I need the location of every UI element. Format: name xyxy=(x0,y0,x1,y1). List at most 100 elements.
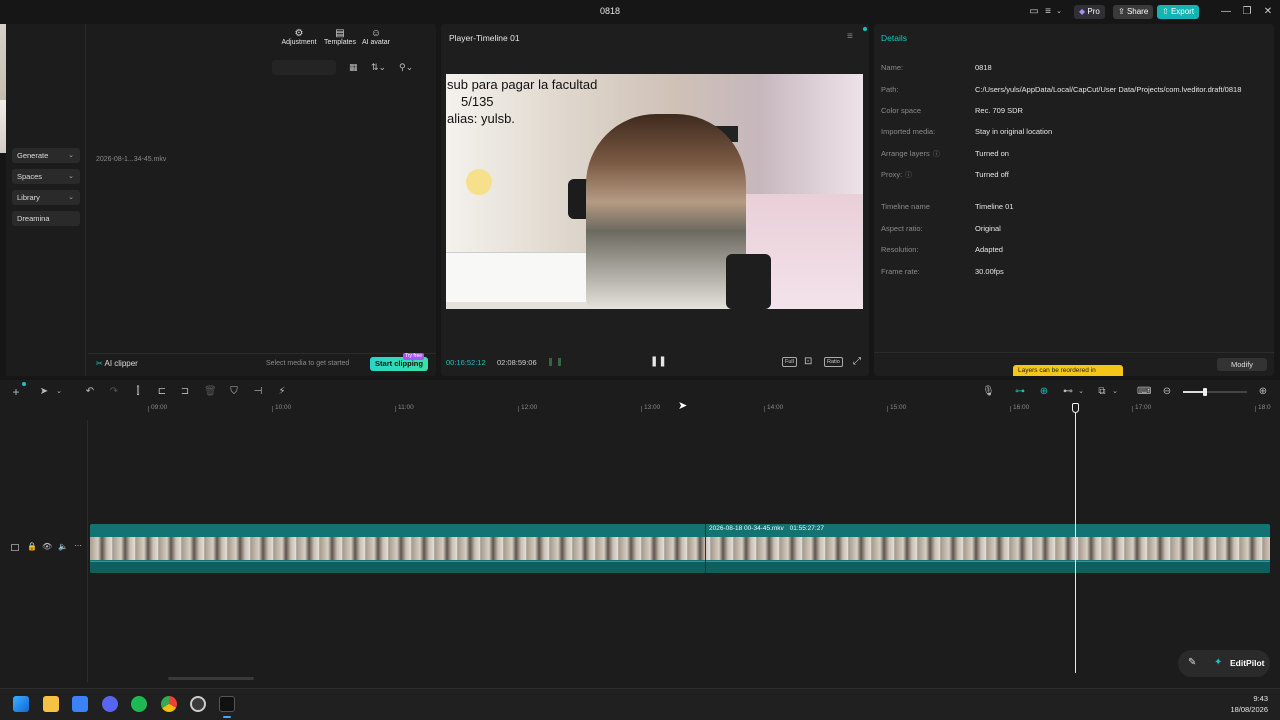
insert-icon[interactable]: ⊣ xyxy=(252,386,264,398)
chrome-icon[interactable] xyxy=(161,696,177,712)
video-overlay-text: sub para pagar la facultad 5/135 alias: … xyxy=(447,76,597,127)
layout-icon[interactable]: ▭ xyxy=(1027,5,1041,19)
discord-icon[interactable] xyxy=(102,696,118,712)
horizontal-scrollbar[interactable] xyxy=(168,677,254,680)
edit-icon[interactable]: ✎ xyxy=(1188,657,1196,668)
ruler-tick: 15:00 xyxy=(886,404,907,412)
grid-view-icon[interactable]: ▦ xyxy=(349,62,361,74)
capcut-window: 0818 ▭ ≡ ⌄ ◆ Pro ⇪ Share ⇧ Export — ❐ ✕ … xyxy=(0,0,1280,720)
chevron-down-icon[interactable]: ⌄ xyxy=(1075,386,1087,398)
sidebar-item-spaces[interactable]: Spaces ⌄ xyxy=(12,169,80,184)
shield-icon[interactable]: ⛉ xyxy=(228,386,240,398)
capcut-icon[interactable] xyxy=(219,696,235,712)
pause-button[interactable]: ❚❚ xyxy=(650,356,667,367)
video-clip[interactable] xyxy=(90,524,1270,573)
fit-icon[interactable]: ⌨ xyxy=(1137,386,1151,398)
ai-clipper-button[interactable]: ✂ AI clipper xyxy=(96,359,138,368)
overlay-line-2: 5/135 xyxy=(461,94,494,109)
editpilot-icon: ✦ xyxy=(1214,657,1223,668)
add-icon[interactable]: + xyxy=(10,386,22,398)
lock-icon[interactable]: 🔒 xyxy=(27,542,37,551)
microphone-icon[interactable]: 🎙 xyxy=(982,386,995,398)
sidebar-item-dreamina[interactable]: Dreamina xyxy=(12,211,80,226)
windows-start-icon[interactable] xyxy=(13,696,29,712)
eye-icon[interactable]: 👁 xyxy=(42,542,52,551)
zoom-slider[interactable] xyxy=(1183,388,1247,396)
detail-key: Imported media: xyxy=(881,127,936,136)
obs-icon[interactable] xyxy=(190,696,206,712)
preview-axis-icon[interactable]: ⧉ xyxy=(1096,386,1108,398)
playhead-handle[interactable] xyxy=(1072,403,1080,413)
ratio-label: Ratio xyxy=(827,359,840,365)
undo-icon[interactable]: ↶ xyxy=(84,386,96,398)
chevron-down-icon[interactable]: ⌄ xyxy=(1054,5,1064,19)
export-button[interactable]: ⇧ Export xyxy=(1157,5,1200,19)
export-icon: ⇧ xyxy=(1162,7,1169,16)
split-icon[interactable]: ⫿ xyxy=(132,386,144,398)
magnet-icon[interactable]: ⊕ xyxy=(1038,386,1050,398)
more-icon[interactable]: ⋯ xyxy=(74,541,82,550)
info-icon[interactable]: ⓘ xyxy=(933,149,940,159)
layers-tooltip-text: Layers can be reordered in xyxy=(1018,367,1096,374)
detail-key: Aspect ratio: xyxy=(881,224,923,233)
link-icon[interactable]: ⊶ xyxy=(1014,386,1026,398)
track-cover-icon[interactable] xyxy=(11,544,19,551)
share-button[interactable]: ⇪ Share xyxy=(1113,5,1154,19)
active-app-indicator xyxy=(223,716,231,718)
snap-icon[interactable]: ⊷ xyxy=(1062,386,1074,398)
detail-value: Original xyxy=(975,224,1001,233)
full-button[interactable]: Full xyxy=(782,357,797,367)
pro-button[interactable]: ◆ Pro xyxy=(1074,5,1105,19)
ratio-button[interactable]: Ratio xyxy=(824,357,843,367)
sort-icon[interactable]: ⇅⌄ xyxy=(371,62,389,74)
trim-right-icon[interactable]: ⊐ xyxy=(179,386,191,398)
filter-icon[interactable]: ⚲⌄ xyxy=(399,62,417,74)
chevron-down-icon[interactable]: ⌄ xyxy=(53,386,65,398)
detail-value: C:/Users/yuls/AppData/Local/CapCut/User … xyxy=(975,85,1242,94)
snapshot-icon[interactable]: ⊡ xyxy=(804,356,812,367)
menu-icon[interactable]: ≡ xyxy=(1043,5,1053,19)
sidebar-item-library[interactable]: Library ⌄ xyxy=(12,190,80,205)
detail-value: Stay in original location xyxy=(975,127,1053,136)
sidebar-item-generate[interactable]: Generate ⌄ xyxy=(12,148,80,163)
trim-left-icon[interactable]: ⊏ xyxy=(156,386,168,398)
info-icon[interactable]: ⓘ xyxy=(905,170,912,180)
media-file-name[interactable]: 2026-08-1...34-45.mkv xyxy=(96,156,166,163)
chevron-down-icon[interactable]: ⌄ xyxy=(1109,386,1121,398)
clip-split-line xyxy=(705,524,706,573)
full-label: Full xyxy=(785,359,794,365)
playhead[interactable] xyxy=(1072,403,1080,673)
store-icon[interactable] xyxy=(72,696,88,712)
toolbar-adjustment[interactable]: ⚙ Adjustment xyxy=(277,28,321,46)
ruler-tick: 14:00 xyxy=(763,404,784,412)
spotify-icon[interactable] xyxy=(131,696,147,712)
share-icon: ⇪ xyxy=(1118,7,1125,16)
speaker-icon[interactable]: 🔈 xyxy=(58,542,68,551)
file-explorer-icon[interactable] xyxy=(43,696,59,712)
select-cursor-icon[interactable]: ➤ xyxy=(38,386,50,398)
minimize-button[interactable]: — xyxy=(1219,5,1233,19)
player-title: Player-Timeline 01 xyxy=(449,33,520,43)
fullscreen-icon[interactable]: ⤢ xyxy=(853,356,861,367)
ruler-tick: 16:00 xyxy=(1009,404,1030,412)
ruler-tick: 13:00 xyxy=(640,404,661,412)
zoom-out-icon[interactable]: ⊖ xyxy=(1161,386,1173,398)
magic-wand-icon[interactable]: ⚡ xyxy=(276,386,288,398)
restore-button[interactable]: ❐ xyxy=(1240,5,1254,19)
redo-icon[interactable]: ↷ xyxy=(108,386,120,398)
media-search-input[interactable] xyxy=(272,60,336,75)
zoom-in-icon[interactable]: ⊕ xyxy=(1257,386,1269,398)
detail-value: Rec. 709 SDR xyxy=(975,106,1023,115)
toolbar-ai-avatar[interactable]: ☺ AI avatar xyxy=(354,28,398,46)
delete-icon[interactable]: 🗑 xyxy=(204,386,217,398)
sidebar-item-label: Library xyxy=(17,193,40,202)
editpilot-widget[interactable]: ✎ ✦ EditPilot xyxy=(1178,650,1270,677)
player-menu-icon[interactable]: ≡ xyxy=(847,31,853,42)
ai-clipper-icon: ✂ xyxy=(96,359,103,368)
zoom-slider-handle[interactable] xyxy=(1203,388,1207,396)
close-button[interactable]: ✕ xyxy=(1261,5,1275,19)
notification-dot xyxy=(22,382,26,386)
layers-tooltip: Layers can be reordered in xyxy=(1013,365,1123,376)
modify-button[interactable]: Modify xyxy=(1217,358,1267,371)
clip-audio-strip xyxy=(90,561,1270,573)
